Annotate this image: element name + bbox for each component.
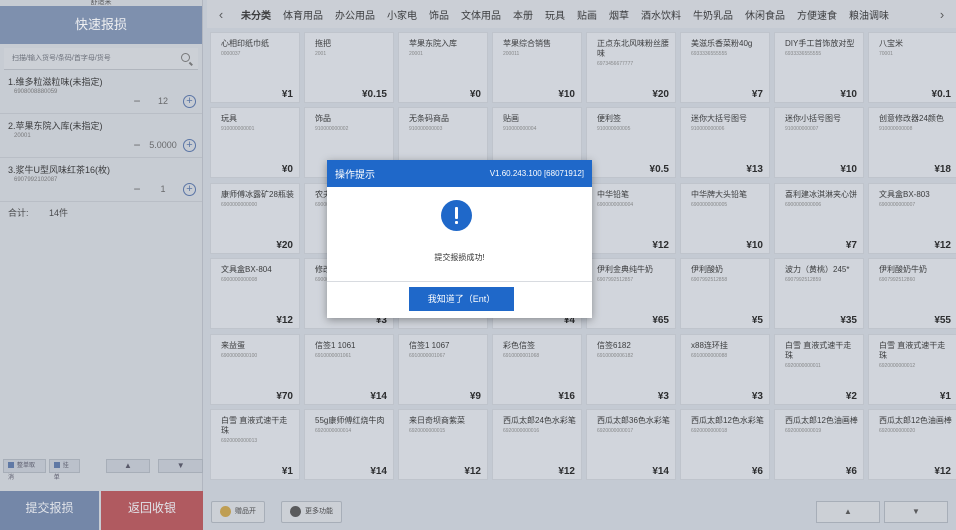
dialog-version: V1.60.243.100 [68071912] bbox=[489, 169, 584, 178]
dialog-message: 提交报损成功! bbox=[434, 253, 485, 262]
alert-dialog: 操作提示 V1.60.243.100 [68071912] 提交报损成功! 我知… bbox=[327, 160, 592, 318]
dialog-title: 操作提示 bbox=[335, 170, 375, 181]
ok-button[interactable]: 我知道了（Ent） bbox=[409, 287, 514, 311]
exclamation-icon bbox=[441, 200, 472, 231]
dialog-header: 操作提示 V1.60.243.100 [68071912] bbox=[327, 160, 592, 187]
dialog-divider bbox=[327, 281, 592, 282]
